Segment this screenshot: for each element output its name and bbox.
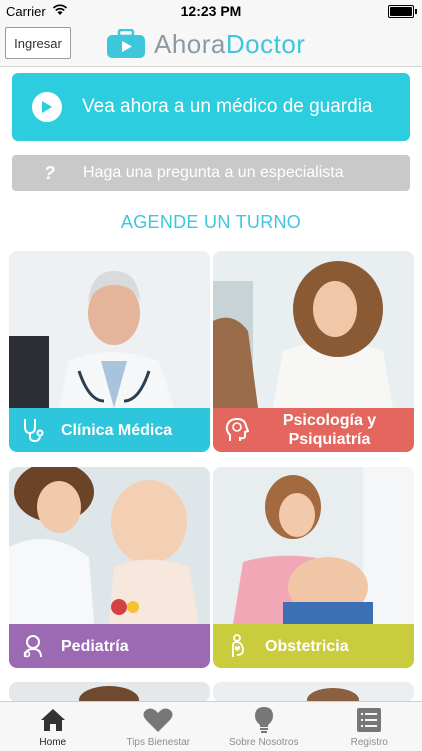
app-logo: AhoraDoctor — [106, 28, 305, 60]
partial-photo-right — [213, 682, 414, 702]
tab-tips-bienestar[interactable]: Tips Bienestar — [106, 702, 212, 751]
see-doctor-now-label: Vea ahora a un médico de guardia — [82, 96, 373, 118]
brain-head-icon — [217, 417, 257, 443]
specialty-label: Clínica Médica — [61, 421, 172, 440]
heart-icon — [143, 706, 173, 734]
pregnant-woman-photo — [213, 467, 414, 624]
login-button[interactable]: Ingresar — [5, 27, 71, 59]
lightbulb-icon — [254, 706, 274, 734]
specialty-card-partial-left[interactable] — [9, 682, 210, 702]
logo-text-ahora: Ahora — [154, 29, 226, 59]
list-icon — [357, 706, 381, 734]
tab-label: Tips Bienestar — [126, 737, 190, 748]
pregnant-icon — [217, 633, 257, 659]
doctor-bag-icon — [106, 29, 146, 59]
specialty-label: Pediatría — [61, 637, 129, 656]
specialty-card-obstetricia[interactable]: Obstetricia — [213, 467, 414, 668]
battery-icon — [388, 5, 414, 18]
specialty-label-line2: Psiquiatría — [289, 431, 371, 448]
tab-label: Sobre Nosotros — [229, 737, 298, 748]
question-icon: ? — [44, 163, 55, 184]
doctor-photo — [9, 251, 210, 408]
clock: 12:23 PM — [0, 3, 422, 19]
specialty-label: Obstetricia — [265, 637, 349, 656]
pediatrician-photo — [9, 467, 210, 624]
specialty-bar: Obstetricia — [213, 624, 414, 668]
see-doctor-now-button[interactable]: Vea ahora a un médico de guardia — [12, 73, 410, 141]
logo-text-doctor: Doctor — [226, 29, 306, 59]
specialty-bar: Pediatría — [9, 624, 210, 668]
baby-icon — [13, 633, 53, 659]
app-header: Ingresar AhoraDoctor — [0, 22, 422, 67]
tab-label: Registro — [351, 737, 388, 748]
partial-photo-left — [9, 682, 210, 702]
specialty-card-psicologia[interactable]: Psicología y Psiquiatría — [213, 251, 414, 452]
tab-home[interactable]: Home — [0, 702, 106, 751]
section-title: AGENDE UN TURNO — [0, 212, 422, 233]
play-icon — [32, 92, 62, 122]
ask-specialist-label: Haga una pregunta a un especialista — [83, 164, 344, 182]
stethoscope-icon — [13, 417, 53, 443]
status-bar: Carrier 12:23 PM — [0, 0, 422, 22]
specialty-bar: Psicología y Psiquiatría — [213, 408, 414, 452]
specialty-label: Psicología y Psiquiatría — [257, 411, 402, 449]
tab-label: Home — [39, 737, 66, 748]
psychologist-photo — [213, 251, 414, 408]
specialty-bar: Clínica Médica — [9, 408, 210, 452]
tab-registro[interactable]: Registro — [317, 702, 422, 751]
ask-specialist-button[interactable]: ? Haga una pregunta a un especialista — [12, 155, 410, 191]
specialty-card-pediatria[interactable]: Pediatría — [9, 467, 210, 668]
tab-sobre-nosotros[interactable]: Sobre Nosotros — [211, 702, 317, 751]
tab-bar: Home Tips Bienestar Sobre Nosotros Regis… — [0, 701, 422, 751]
home-icon — [40, 706, 66, 734]
specialty-label-line1: Psicología y — [283, 412, 376, 429]
specialty-card-partial-right[interactable] — [213, 682, 414, 702]
specialty-card-clinica-medica[interactable]: Clínica Médica — [9, 251, 210, 452]
